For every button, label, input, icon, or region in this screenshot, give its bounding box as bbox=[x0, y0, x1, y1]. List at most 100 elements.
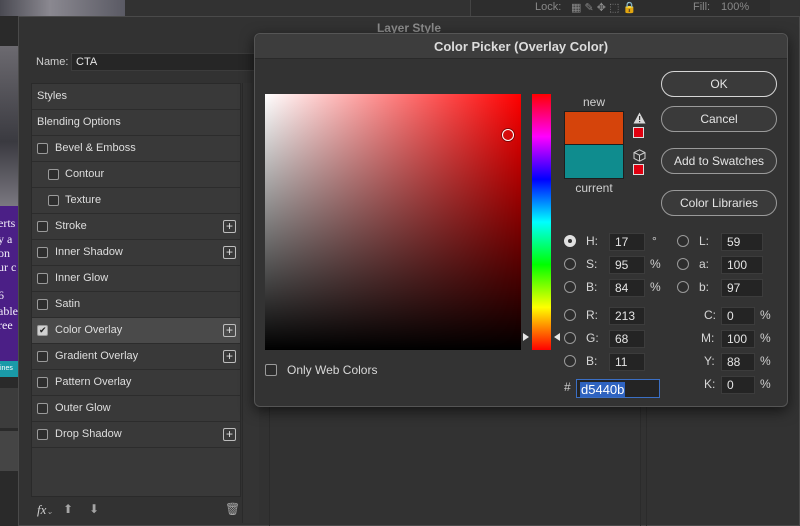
yellow-input[interactable] bbox=[721, 353, 755, 371]
style-checkbox-bevel-emboss[interactable] bbox=[37, 143, 48, 154]
add-to-swatches-button[interactable]: Add to Swatches bbox=[661, 148, 777, 174]
hue-slider-handle-left[interactable] bbox=[523, 333, 529, 341]
style-item-drop-shadow[interactable]: Drop Shadow + bbox=[32, 422, 240, 448]
cyan-input[interactable] bbox=[721, 307, 755, 325]
layer-name-input[interactable] bbox=[71, 53, 261, 71]
red-field[interactable]: R: bbox=[564, 307, 664, 325]
style-checkbox-inner-shadow[interactable] bbox=[37, 247, 48, 258]
style-item-styles[interactable]: Styles bbox=[32, 84, 240, 110]
black-field[interactable]: K: % bbox=[697, 376, 777, 394]
lab-a-field[interactable]: a: bbox=[677, 256, 777, 274]
lab-b-input[interactable] bbox=[721, 279, 763, 297]
hue-radio[interactable] bbox=[564, 235, 576, 247]
style-checkbox-contour[interactable] bbox=[48, 169, 59, 180]
style-item-label: Contour bbox=[65, 168, 105, 180]
trash-icon[interactable]: 🗑 bbox=[225, 502, 240, 516]
style-checkbox-pattern-overlay[interactable] bbox=[37, 377, 48, 388]
lab-a-input[interactable] bbox=[721, 256, 763, 274]
style-item-contour[interactable]: Contour bbox=[32, 162, 240, 188]
brightness-input[interactable] bbox=[609, 279, 645, 297]
green-field[interactable]: G: bbox=[564, 330, 664, 348]
style-item-inner-shadow[interactable]: Inner Shadow + bbox=[32, 240, 240, 266]
style-checkbox-gradient-overlay[interactable] bbox=[37, 351, 48, 362]
style-checkbox-texture[interactable] bbox=[48, 195, 59, 206]
lab-l-radio[interactable] bbox=[677, 235, 689, 247]
saturation-input[interactable] bbox=[609, 256, 645, 274]
hue-input[interactable] bbox=[609, 233, 645, 251]
add-stroke-plus-icon[interactable]: + bbox=[223, 220, 236, 233]
hue-slider-handle-right[interactable] bbox=[554, 333, 560, 341]
style-item-label: Satin bbox=[55, 298, 81, 310]
ok-button[interactable]: OK bbox=[661, 71, 777, 97]
style-checkbox-outer-glow[interactable] bbox=[37, 403, 48, 414]
hue-slider[interactable] bbox=[532, 94, 551, 350]
arrow-down-icon[interactable]: ⬇ bbox=[89, 502, 99, 516]
color-libraries-button[interactable]: Color Libraries bbox=[661, 190, 777, 216]
styles-bottom-toolbar: fx⌄ ⬆ ⬇ 🗑 bbox=[31, 499, 241, 523]
hue-field[interactable]: H: ° bbox=[564, 233, 664, 251]
fill-label: Fill: bbox=[693, 1, 711, 13]
lock-icons[interactable]: ▦ ✎ ✥ ⬚ 🔒 bbox=[571, 1, 636, 14]
fill-value[interactable]: 100% bbox=[721, 1, 749, 13]
blue-field[interactable]: B: bbox=[564, 353, 664, 371]
lab-b-field[interactable]: b: bbox=[677, 279, 777, 297]
style-item-stroke[interactable]: Stroke + bbox=[32, 214, 240, 240]
brightness-label: B: bbox=[586, 280, 598, 294]
red-input[interactable] bbox=[609, 307, 645, 325]
blue-radio[interactable] bbox=[564, 355, 576, 367]
lab-a-radio[interactable] bbox=[677, 258, 689, 270]
web-safe-color-chip[interactable] bbox=[633, 164, 644, 175]
style-item-satin[interactable]: Satin bbox=[32, 292, 240, 318]
style-item-outer-glow[interactable]: Outer Glow bbox=[32, 396, 240, 422]
blue-input[interactable] bbox=[609, 353, 645, 371]
lab-l-field[interactable]: L: bbox=[677, 233, 777, 251]
yellow-label: Y: bbox=[704, 354, 715, 368]
styles-list: Styles Blending Options Bevel & Emboss Cont… bbox=[31, 83, 241, 497]
style-checkbox-drop-shadow[interactable] bbox=[37, 429, 48, 440]
brightness-radio[interactable] bbox=[564, 281, 576, 293]
canvas-block bbox=[0, 431, 18, 471]
saturation-radio[interactable] bbox=[564, 258, 576, 270]
out-of-gamut-warning-icon[interactable] bbox=[633, 112, 646, 124]
red-radio[interactable] bbox=[564, 309, 576, 321]
saturation-field[interactable]: S: % bbox=[564, 256, 664, 274]
style-item-label: Gradient Overlay bbox=[55, 350, 139, 362]
color-field[interactable] bbox=[265, 94, 521, 350]
gamut-color-chip[interactable] bbox=[633, 127, 644, 138]
brightness-field[interactable]: B: % bbox=[564, 279, 664, 297]
add-inner-shadow-plus-icon[interactable]: + bbox=[223, 246, 236, 259]
hex-input[interactable]: d5440b bbox=[576, 379, 660, 398]
add-drop-shadow-plus-icon[interactable]: + bbox=[223, 428, 236, 441]
only-web-colors-checkbox[interactable] bbox=[265, 364, 277, 376]
style-item-pattern-overlay[interactable]: Pattern Overlay bbox=[32, 370, 240, 396]
green-radio[interactable] bbox=[564, 332, 576, 344]
hex-value[interactable]: d5440b bbox=[580, 382, 626, 397]
black-input[interactable] bbox=[721, 376, 755, 394]
add-color-overlay-plus-icon[interactable]: + bbox=[223, 324, 236, 337]
add-gradient-overlay-plus-icon[interactable]: + bbox=[223, 350, 236, 363]
style-checkbox-satin[interactable] bbox=[37, 299, 48, 310]
lab-b-radio[interactable] bbox=[677, 281, 689, 293]
green-input[interactable] bbox=[609, 330, 645, 348]
web-safe-cube-icon[interactable] bbox=[633, 149, 646, 162]
style-checkbox-color-overlay[interactable] bbox=[37, 318, 48, 343]
arrow-up-icon[interactable]: ⬆ bbox=[63, 502, 73, 516]
style-item-gradient-overlay[interactable]: Gradient Overlay + bbox=[32, 344, 240, 370]
style-item-inner-glow[interactable]: Inner Glow bbox=[32, 266, 240, 292]
yellow-field[interactable]: Y: % bbox=[697, 353, 777, 371]
style-item-texture[interactable]: Texture bbox=[32, 188, 240, 214]
style-checkbox-inner-glow[interactable] bbox=[37, 273, 48, 284]
canvas-text-line: y a bbox=[0, 232, 13, 246]
magenta-input[interactable] bbox=[721, 330, 755, 348]
style-item-blending-options[interactable]: Blending Options bbox=[32, 110, 240, 136]
magenta-field[interactable]: M: % bbox=[697, 330, 777, 348]
cancel-button[interactable]: Cancel bbox=[661, 106, 777, 132]
cyan-field[interactable]: C: % bbox=[697, 307, 777, 325]
color-field-cursor[interactable] bbox=[502, 128, 515, 141]
lab-l-input[interactable] bbox=[721, 233, 763, 251]
fx-icon[interactable]: fx⌄ bbox=[37, 502, 53, 518]
style-checkbox-stroke[interactable] bbox=[37, 221, 48, 232]
current-color-swatch[interactable] bbox=[564, 145, 624, 179]
style-item-bevel-emboss[interactable]: Bevel & Emboss bbox=[32, 136, 240, 162]
style-item-color-overlay[interactable]: Color Overlay + bbox=[32, 318, 240, 344]
